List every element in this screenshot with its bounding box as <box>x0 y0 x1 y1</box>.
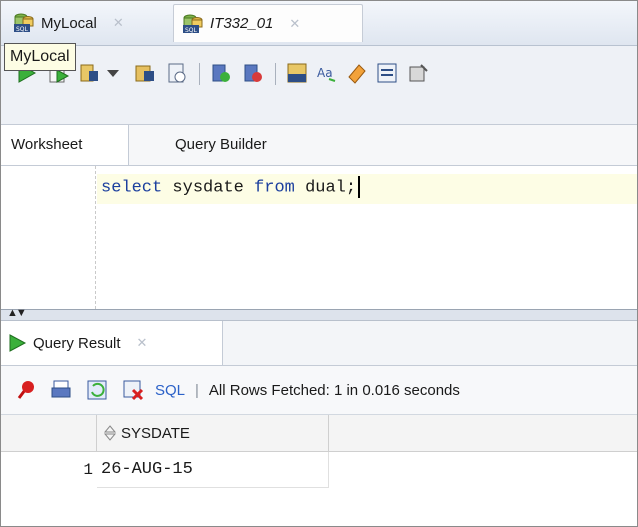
row-number: 1 <box>83 461 93 479</box>
play-icon <box>9 334 27 352</box>
unshared-sql-icon[interactable] <box>407 61 431 85</box>
sql-editor[interactable]: select sysdate from dual; <box>1 166 637 309</box>
rollback-icon[interactable] <box>165 61 189 85</box>
fetch-status: All Rows Fetched: 1 in 0.016 seconds <box>208 381 460 399</box>
table-row[interactable]: 1 26-AUG-15 <box>1 452 637 488</box>
column-header-label: SYSDATE <box>121 424 190 442</box>
close-icon[interactable]: ✕ <box>113 15 124 31</box>
sql-link[interactable]: SQL <box>155 382 185 399</box>
row-number-header <box>1 415 97 451</box>
svg-text:SQL: SQL <box>185 27 198 34</box>
toolbar-separator <box>275 63 276 85</box>
pane-splitter[interactable]: ▲▼ <box>1 308 637 321</box>
sort-icon <box>103 425 117 441</box>
autotrace-icon[interactable] <box>209 61 233 85</box>
editor-gutter <box>1 166 96 309</box>
identifier: sysdate <box>172 178 244 198</box>
chevron-down-icon[interactable] <box>101 61 125 85</box>
script-db-icon[interactable] <box>77 61 101 85</box>
tab-query-result-label: Query Result <box>33 334 121 352</box>
table-cell[interactable]: 26-AUG-15 <box>97 452 329 488</box>
worksheet-toolbar <box>1 46 637 125</box>
explain-plan-icon[interactable] <box>241 61 265 85</box>
cancel-fetch-icon[interactable] <box>121 378 145 402</box>
tab-query-builder[interactable]: Query Builder <box>165 125 277 165</box>
format-icon[interactable]: Aa <box>315 61 339 85</box>
sql-tuning-icon[interactable] <box>285 61 309 85</box>
text-caret <box>358 176 361 198</box>
grid-header: SYSDATE <box>1 415 637 452</box>
identifier: dual; <box>305 178 357 198</box>
keyword: from <box>254 178 295 198</box>
sql-developer-window: SQL MyLocal ✕ SQL IT332_01 ✕ MyLocal Aa … <box>0 0 638 527</box>
sql-connection-icon: SQL <box>14 13 34 33</box>
commit-icon[interactable] <box>133 61 157 85</box>
pin-icon[interactable] <box>13 378 37 402</box>
tab-query-result[interactable]: Query Result ✕ <box>1 321 223 365</box>
result-grid: SYSDATE 1 26-AUG-15 <box>1 415 637 526</box>
toolbar-separator: | <box>195 381 199 399</box>
tab-tooltip: MyLocal <box>4 43 76 71</box>
splitter-arrows-icon[interactable]: ▲▼ <box>7 308 27 319</box>
tab-it332-01[interactable]: SQL IT332_01 ✕ <box>173 4 363 42</box>
result-toolbar: SQL | All Rows Fetched: 1 in 0.016 secon… <box>1 366 637 415</box>
result-tab-bar: Query Result ✕ <box>1 321 637 366</box>
sql-statement[interactable]: select sysdate from dual; <box>101 176 361 198</box>
close-icon[interactable]: ✕ <box>289 16 300 32</box>
print-icon[interactable] <box>49 378 73 402</box>
tab-mylocal-label: MyLocal <box>41 14 97 32</box>
history-icon[interactable] <box>375 61 399 85</box>
toolbar-separator <box>199 63 200 85</box>
refresh-icon[interactable] <box>85 378 109 402</box>
keyword: select <box>101 178 163 198</box>
tab-mylocal[interactable]: SQL MyLocal ✕ <box>5 4 165 42</box>
worksheet-subtabs: Worksheet Query Builder <box>1 125 637 166</box>
svg-text:SQL: SQL <box>16 26 29 33</box>
tab-it332-01-label: IT332_01 <box>210 15 274 32</box>
close-icon[interactable]: ✕ <box>137 335 148 351</box>
tab-worksheet[interactable]: Worksheet <box>1 125 129 165</box>
eraser-icon[interactable] <box>345 61 369 85</box>
column-header-sysdate[interactable]: SYSDATE <box>97 415 329 451</box>
svg-text:Aa: Aa <box>317 66 333 80</box>
sql-connection-icon: SQL <box>183 14 203 34</box>
document-tab-strip: SQL MyLocal ✕ SQL IT332_01 ✕ <box>1 1 637 46</box>
